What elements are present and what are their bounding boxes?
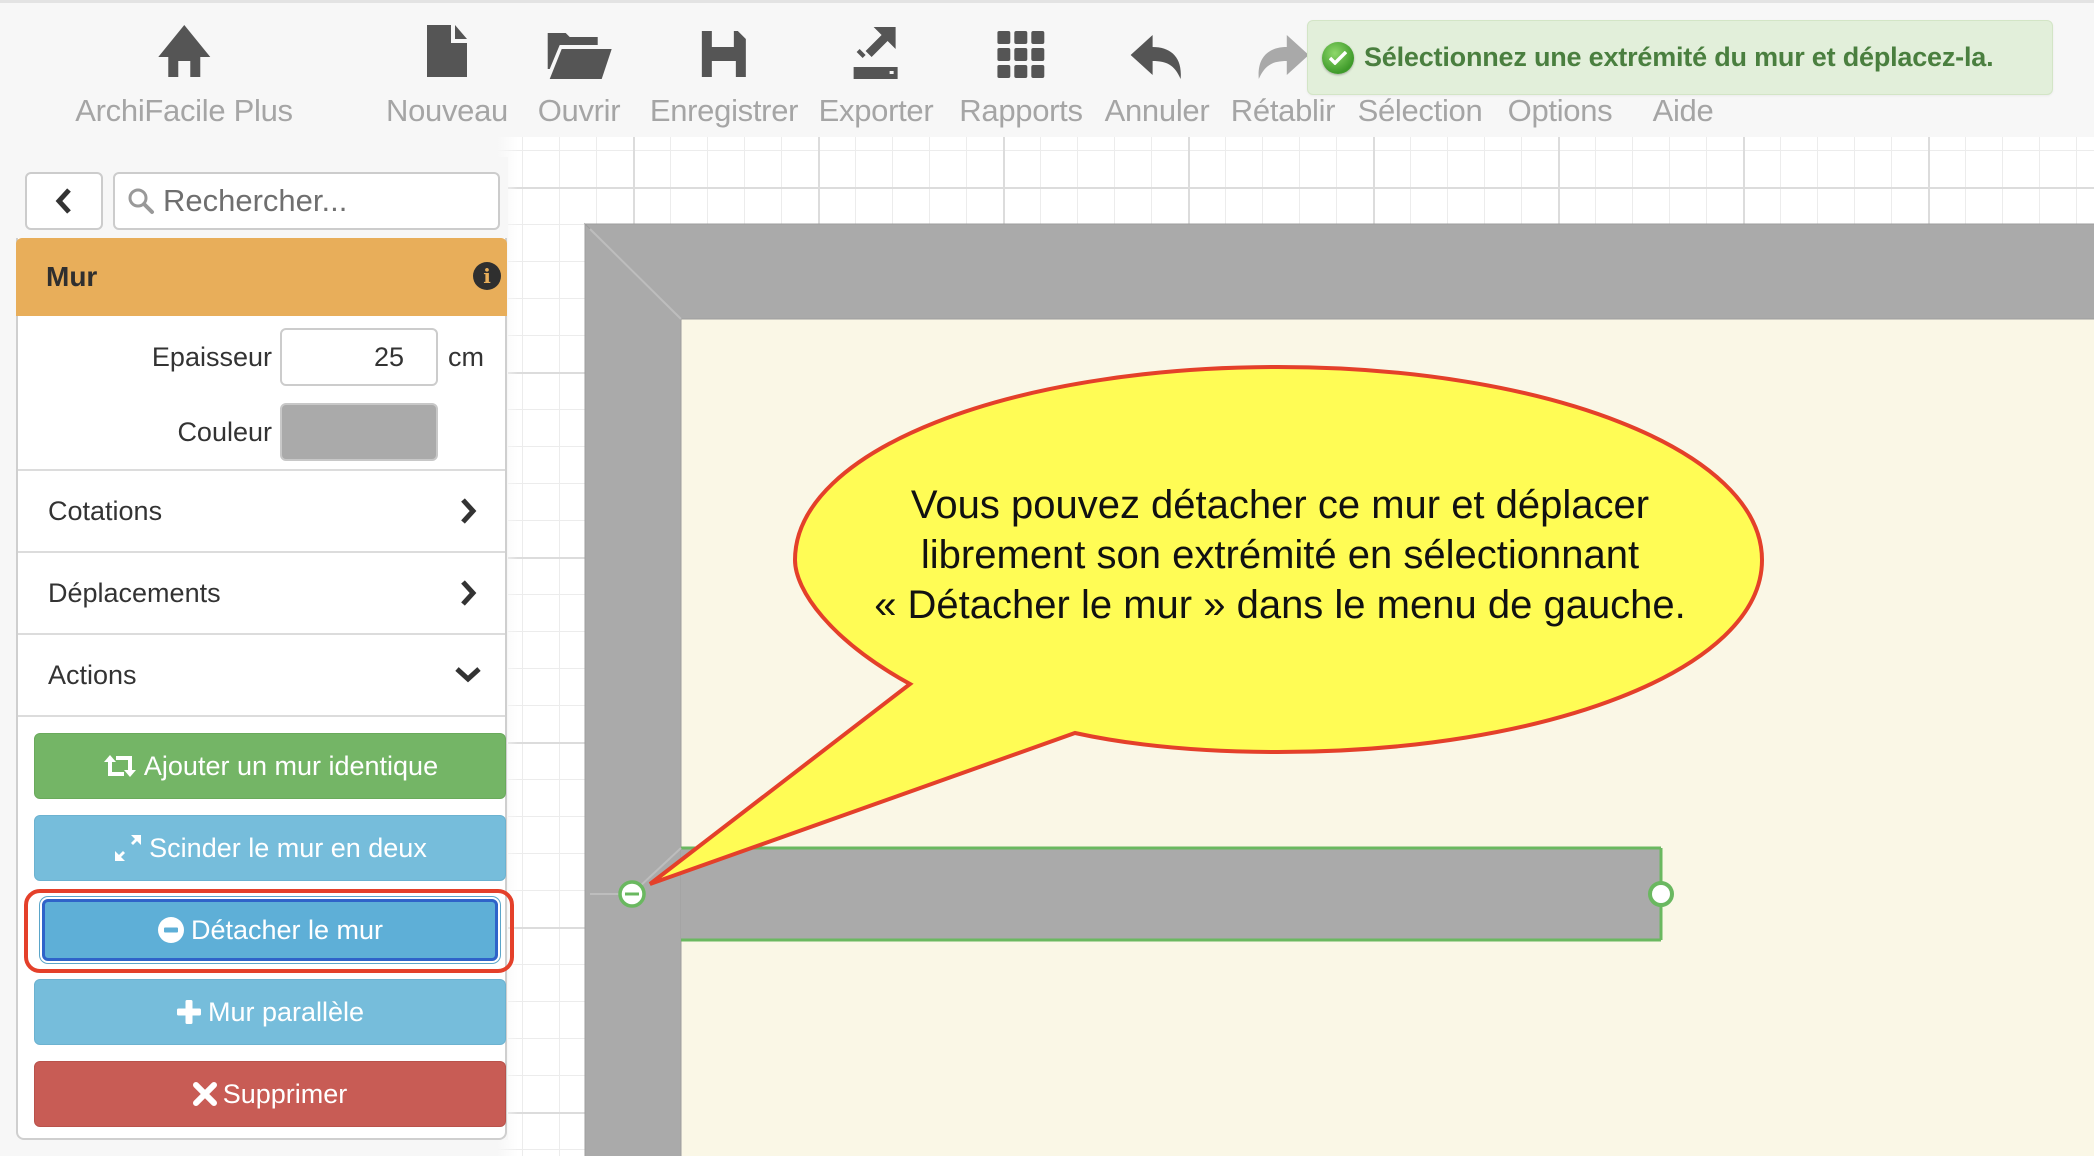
section-label: Déplacements [48, 577, 221, 608]
color-row: Couleur [18, 403, 505, 461]
redo-icon [1258, 35, 1309, 79]
section-label: Cotations [48, 495, 163, 526]
button-label: Mur parallèle [207, 996, 365, 1027]
undo-icon [1130, 35, 1182, 79]
thickness-label: Epaisseur [151, 341, 272, 372]
toolbar-open-button[interactable]: Ouvrir [538, 3, 621, 140]
info-icon[interactable]: i [473, 262, 501, 290]
wall-properties-panel: Mur i Epaisseur cm Couleur Cotations [16, 238, 514, 1140]
chevron-left-icon [55, 188, 71, 214]
toolbar-label: Aide [1652, 93, 1714, 128]
thickness-input[interactable] [280, 328, 438, 386]
delete-wall-button[interactable]: Supprimer [34, 1061, 506, 1127]
toolbar-reports-button[interactable]: Rapports [959, 3, 1083, 140]
button-label: Ajouter un mur identique [143, 750, 439, 781]
thickness-unit: cm [448, 341, 484, 372]
color-label: Couleur [177, 416, 272, 447]
toolbar-label: Ouvrir [537, 93, 621, 128]
detach-wall-button[interactable]: Détacher le mur [42, 899, 498, 961]
folder-open-icon [548, 33, 612, 79]
toolbar-label: Exporter [818, 93, 934, 128]
check-circle-icon [1322, 41, 1354, 74]
wall-endpoint-left-handle[interactable] [618, 880, 646, 908]
section-cotations[interactable]: Cotations [18, 471, 505, 551]
sidebar-container: Mur i Epaisseur cm Couleur Cotations [0, 137, 518, 1156]
minus-circle-icon [157, 917, 184, 943]
times-icon [192, 1082, 217, 1106]
button-label: Scinder le mur en deux [149, 832, 427, 863]
selected-wall[interactable] [681, 848, 1661, 940]
toolbar-new-button[interactable]: Nouveau [386, 3, 508, 140]
toolbar-label: Annuler [1104, 93, 1210, 128]
toolbar-label: Rapports [959, 93, 1083, 128]
chevron-right-icon [461, 580, 477, 606]
wall-top[interactable] [583, 223, 2094, 320]
toolbar-undo-button[interactable]: Annuler [1105, 3, 1210, 140]
chevron-right-icon [461, 498, 477, 524]
divider [18, 715, 505, 717]
toolbar-label: Nouveau [386, 93, 508, 128]
parallel-wall-button[interactable]: Mur parallèle [34, 979, 506, 1045]
button-label: Détacher le mur [190, 914, 384, 945]
search-box [113, 172, 500, 230]
toolbar-label: ArchiFacile Plus [75, 93, 293, 128]
toolbar-label: Options [1507, 93, 1613, 128]
toolbar-label: Sélection [1357, 93, 1483, 128]
toolbar-export-button[interactable]: Exporter [819, 3, 934, 140]
save-icon [702, 31, 746, 77]
chevron-down-icon [455, 667, 481, 683]
search-input[interactable] [163, 183, 493, 219]
notification-message: Sélectionnez une extrémité du mur et dép… [1364, 42, 1994, 72]
back-button[interactable] [25, 172, 103, 230]
properties-sidebar: Mur i Epaisseur cm Couleur Cotations [8, 157, 514, 1140]
grid-icon [996, 31, 1044, 78]
section-actions[interactable]: Actions [18, 635, 505, 715]
resize-icon [115, 835, 142, 861]
color-picker[interactable] [280, 403, 438, 461]
app-root: Vous pouvez détacher ce mur et déplacer … [0, 0, 2094, 1156]
success-notification: Sélectionnez une extrémité du mur et dép… [1307, 20, 2053, 95]
wall-endpoint-right-handle[interactable] [1648, 881, 1674, 907]
search-icon [128, 188, 154, 214]
toolbar-home-button[interactable]: ArchiFacile Plus [75, 3, 293, 140]
wall-left[interactable] [584, 222, 682, 1156]
button-label: Supprimer [222, 1078, 348, 1109]
toolbar-save-button[interactable]: Enregistrer [650, 3, 798, 140]
retweet-icon [103, 755, 136, 777]
panel-title: Mur [46, 261, 98, 292]
toolbar-label: Rétablir [1230, 93, 1336, 128]
export-icon [853, 27, 898, 79]
add-identical-wall-button[interactable]: Ajouter un mur identique [34, 733, 506, 799]
plus-icon [176, 1000, 201, 1024]
section-deplacements[interactable]: Déplacements [18, 553, 505, 633]
toolbar-label: Enregistrer [649, 93, 799, 128]
section-label: Actions [48, 659, 137, 690]
home-icon [158, 25, 210, 77]
split-wall-button[interactable]: Scinder le mur en deux [34, 815, 506, 881]
panel-header: Mur i [16, 238, 507, 316]
thickness-row: Epaisseur cm [18, 328, 505, 386]
new-file-icon [427, 25, 467, 77]
